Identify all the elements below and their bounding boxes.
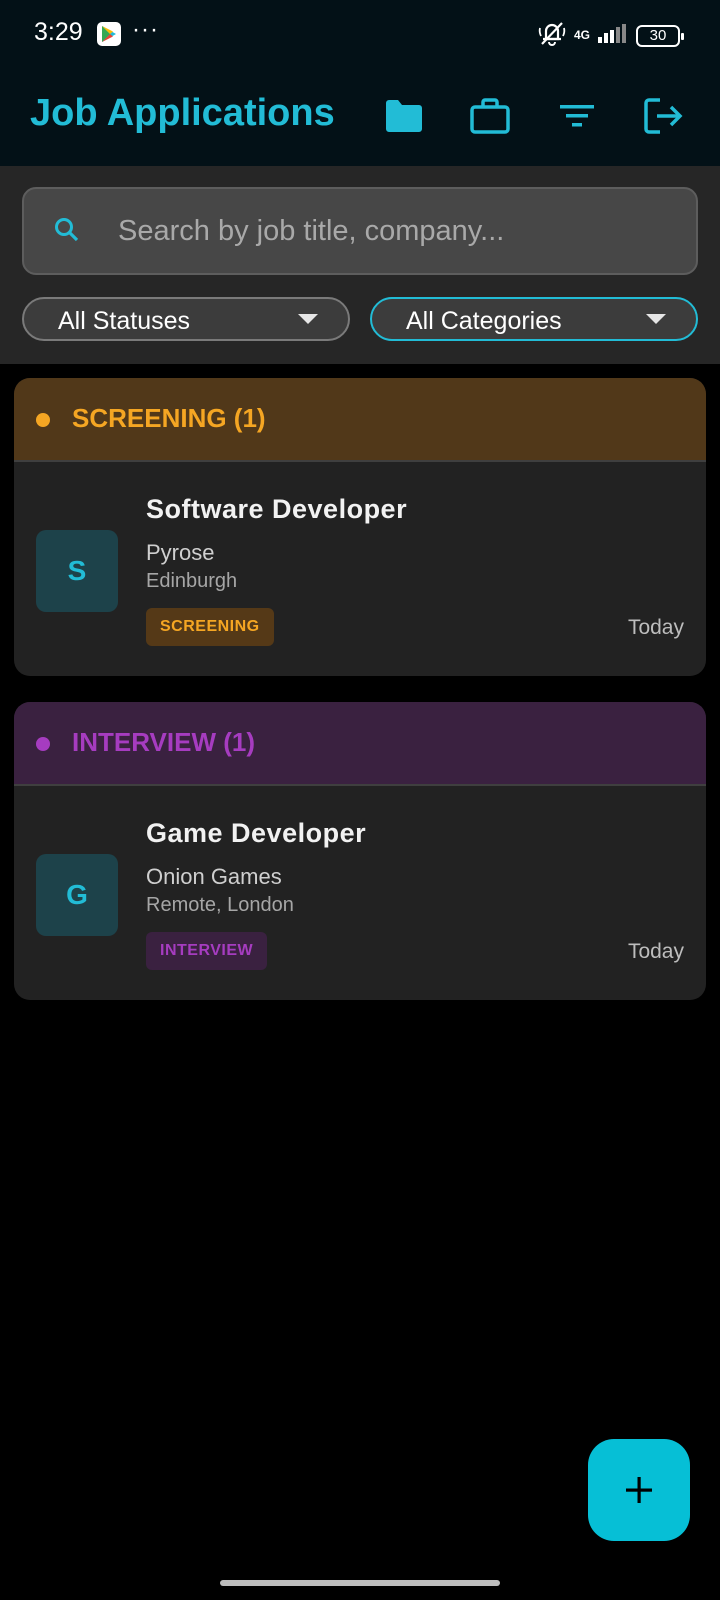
category-filter-dropdown[interactable]: All Categories — [370, 297, 698, 341]
more-notifications-icon: ··· — [132, 16, 159, 43]
signal-icon — [598, 23, 628, 48]
search-input[interactable] — [118, 189, 678, 273]
job-title: Game Developer — [146, 818, 367, 848]
search-icon — [55, 218, 79, 242]
job-card[interactable]: S Software Developer Pyrose Edinburgh SC… — [14, 462, 706, 676]
network-type: 4G — [573, 28, 590, 42]
status-dot-icon — [36, 737, 50, 751]
logout-button[interactable] — [642, 94, 686, 138]
filter-icon — [560, 105, 594, 127]
bell-muted-icon — [538, 20, 566, 51]
status-badge: INTERVIEW — [146, 932, 268, 970]
home-indicator[interactable] — [220, 1580, 500, 1586]
job-title: Software Developer — [146, 494, 408, 524]
job-date: Today — [627, 940, 684, 963]
company-avatar: S — [36, 530, 118, 612]
page-title: Job Applications — [30, 92, 335, 134]
plus-icon — [626, 1477, 652, 1503]
briefcase-button[interactable] — [468, 94, 512, 138]
status-group-interview: INTERVIEW (1) G Game Developer Onion Gam… — [14, 702, 706, 1000]
search-box[interactable] — [22, 187, 698, 275]
group-header[interactable]: SCREENING (1) — [14, 378, 706, 462]
job-card[interactable]: G Game Developer Onion Games Remote, Lon… — [14, 786, 706, 1000]
group-title: INTERVIEW (1) — [72, 727, 255, 757]
logout-icon — [644, 98, 683, 134]
group-header[interactable]: INTERVIEW (1) — [14, 702, 706, 786]
company-avatar: G — [36, 854, 118, 936]
status-bar: 3:29 ··· 4G 30 — [0, 0, 720, 68]
chevron-down-icon — [646, 314, 666, 324]
status-filter-dropdown[interactable]: All Statuses — [22, 297, 350, 341]
briefcase-icon — [470, 98, 510, 134]
company-name: Onion Games — [146, 864, 282, 889]
job-location: Remote, London — [146, 894, 294, 916]
app-bar: Job Applications — [0, 68, 720, 166]
battery-icon: 30 — [636, 24, 684, 47]
play-store-icon — [97, 22, 121, 46]
group-title: SCREENING (1) — [72, 403, 266, 433]
folder-icon — [386, 100, 422, 132]
filter-button[interactable] — [555, 94, 599, 138]
chevron-down-icon — [298, 314, 318, 324]
status-dot-icon — [36, 413, 50, 427]
job-location: Edinburgh — [146, 570, 238, 592]
status-time: 3:29 — [34, 18, 83, 46]
company-name: Pyrose — [146, 540, 215, 565]
filter-area: All Statuses All Categories — [0, 166, 720, 364]
job-date: Today — [627, 616, 684, 639]
status-group-screening: SCREENING (1) S Software Developer Pyros… — [14, 378, 706, 676]
status-badge: SCREENING — [146, 608, 274, 646]
status-filter-label: All Statuses — [58, 307, 191, 335]
folder-button[interactable] — [382, 94, 426, 138]
add-application-button[interactable] — [588, 1439, 690, 1541]
category-filter-label: All Categories — [406, 307, 562, 335]
